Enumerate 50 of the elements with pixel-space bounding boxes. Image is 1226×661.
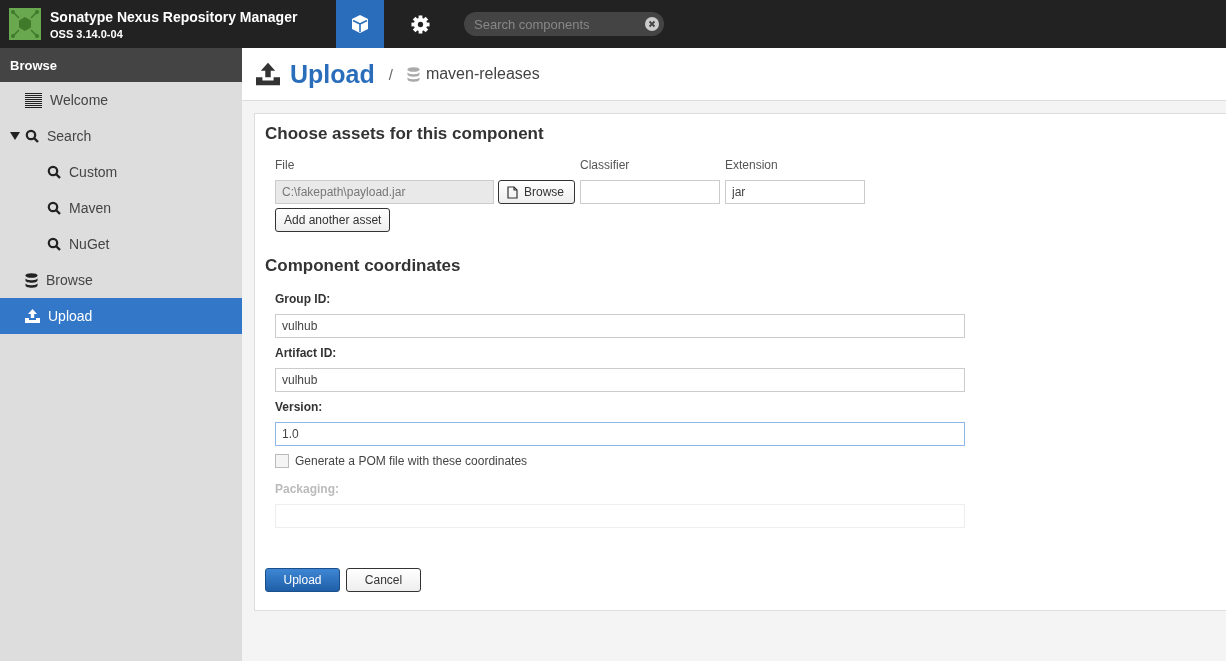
logo-icon [9,8,41,40]
sidebar-item[interactable]: Maven [0,190,242,226]
search-icon [25,129,39,143]
search-icon [47,237,61,251]
sidebar-item[interactable]: Search [0,118,242,154]
cube-icon [350,14,370,34]
upload-icon [256,62,280,86]
sidebar-title: Browse [0,48,242,82]
sidebar-item[interactable]: Custom [0,154,242,190]
upload-icon [25,309,40,323]
search-field[interactable]: Search components [464,12,664,36]
field-label: Version: [275,400,324,414]
file-icon [507,185,518,199]
section-heading: Component coordinates [265,256,462,276]
sidebar-item[interactable]: Upload [0,298,242,334]
breadcrumb-separator: / [388,65,393,83]
browse-button[interactable]: Browse [498,180,575,204]
field-label: Packaging: [275,482,341,496]
sidebar-item[interactable]: NuGet [0,226,242,262]
column-label: Extension [725,158,778,172]
database-icon [406,66,420,82]
checkbox-label: Generate a POM file with these coordinates [295,454,528,468]
text-field[interactable]: vulhub [275,368,965,392]
extension-field[interactable]: jar [725,180,865,204]
clear-icon [645,17,659,31]
upload-button[interactable]: Upload [265,568,340,592]
field-label: Artifact ID: [275,346,338,360]
text-field[interactable]: 1.0 [275,422,965,446]
column-label: Classifier [580,158,631,172]
list-lines-icon [25,92,42,108]
checkbox[interactable] [275,454,289,468]
search-icon [47,201,61,215]
add-asset-button[interactable]: Add another asset [275,208,391,232]
database-icon [25,272,38,288]
cancel-button[interactable]: Cancel [346,568,421,592]
column-label: File [275,158,296,172]
repository-name: maven-releases [425,65,540,83]
field-label: Group ID: [275,292,332,306]
classifier-field[interactable] [580,180,720,204]
file-path-field[interactable]: C:\fakepath\payload.jar [275,180,494,204]
section-heading: Choose assets for this component [265,124,545,144]
sidebar-item[interactable]: Browse [0,262,242,298]
settings-icon [410,14,430,34]
browse-mode-button[interactable] [336,0,384,48]
text-field[interactable]: vulhub [275,314,965,338]
search-icon [47,165,61,179]
app-version: OSS 3.14.0-04 [50,27,124,40]
sidebar-item[interactable]: Welcome [0,82,242,118]
app-name: Sonatype Nexus Repository Manager [50,8,299,25]
page-title: Upload [290,59,375,89]
